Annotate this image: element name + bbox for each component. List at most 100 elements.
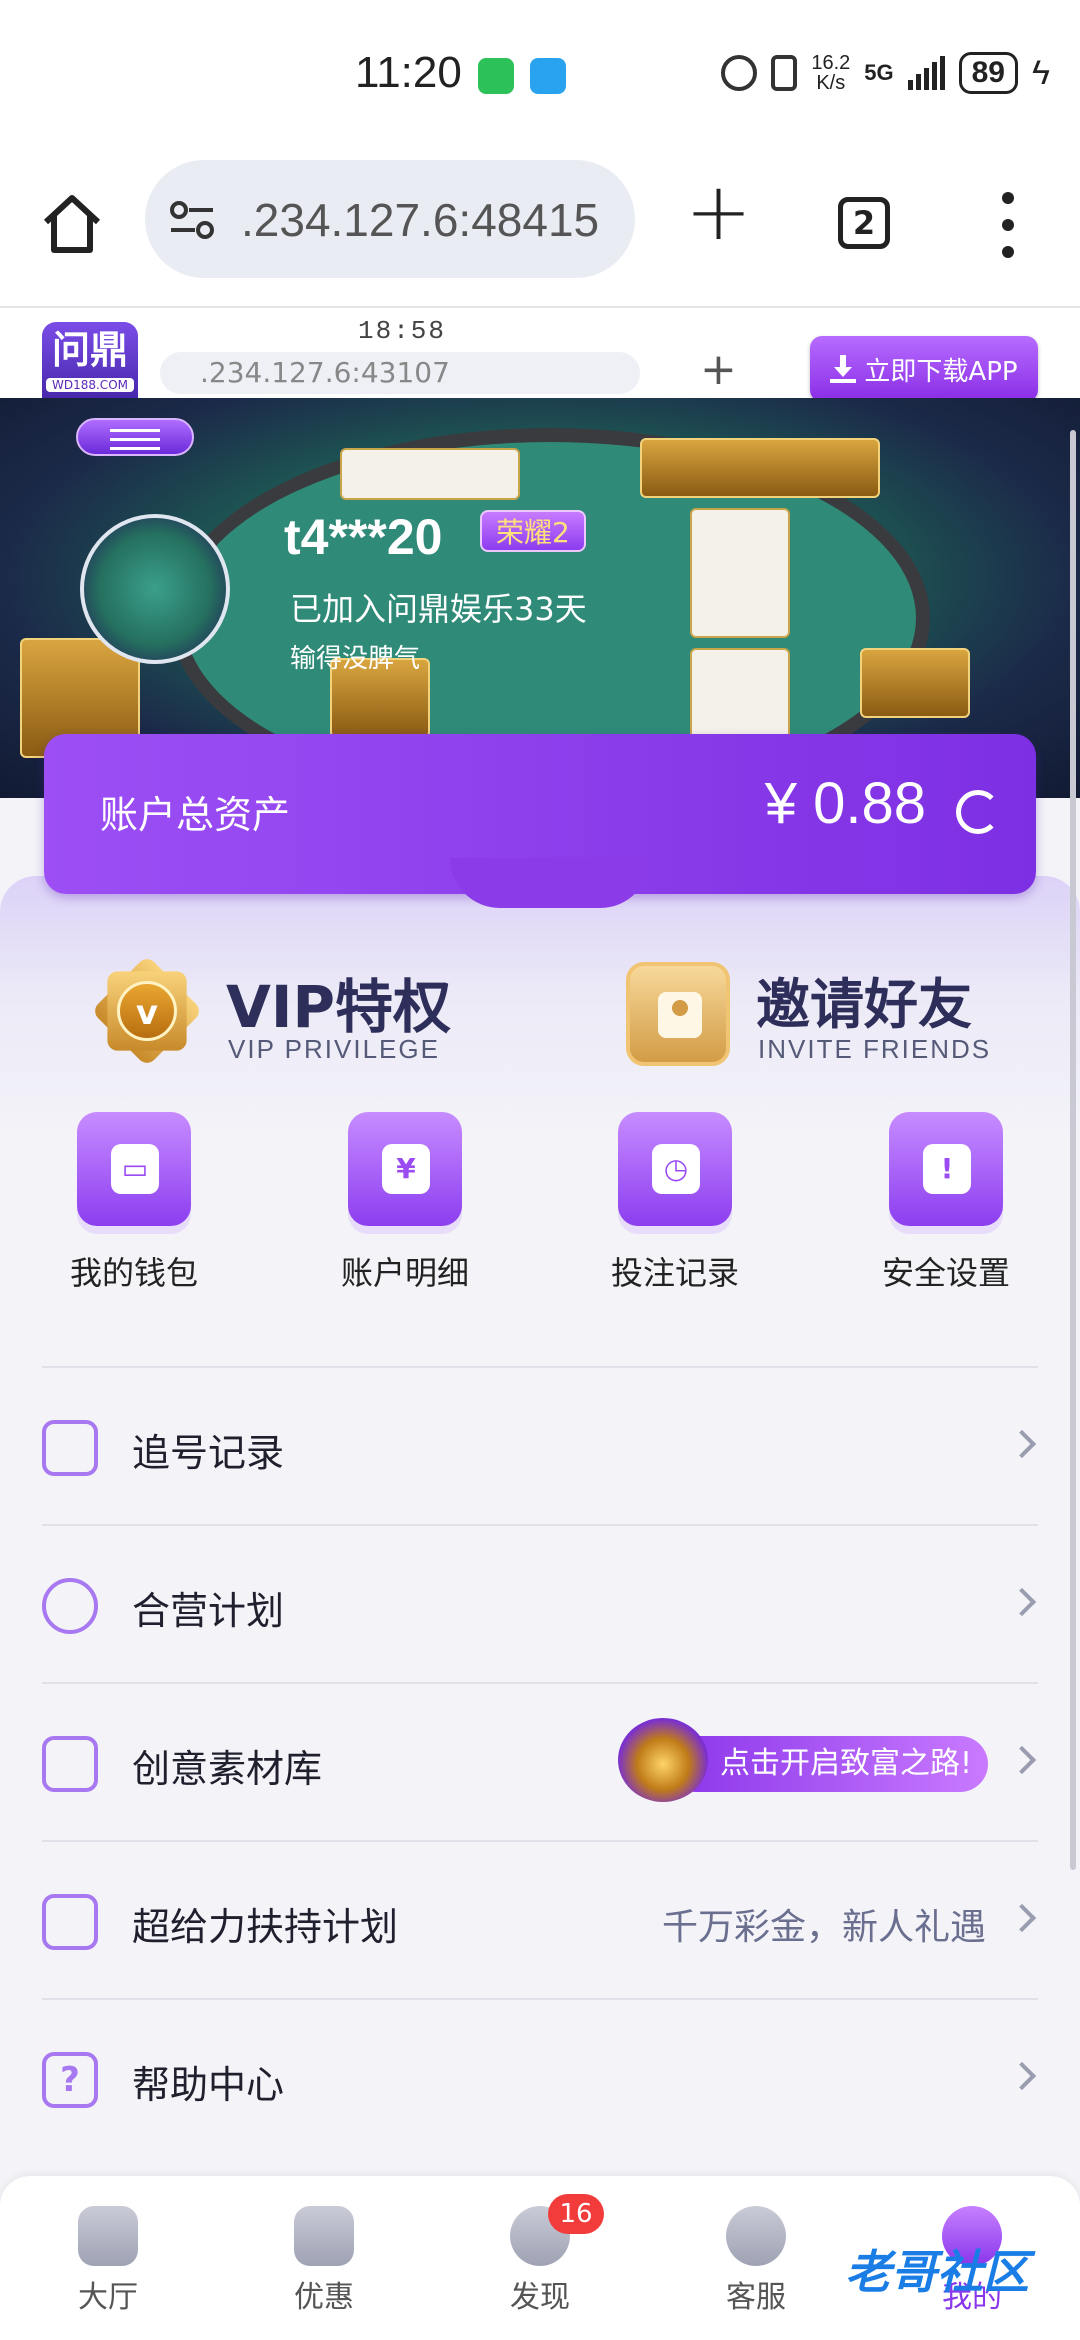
bet-records-label: 投注记录	[610, 1254, 739, 1292]
promo-text: 点击开启致富之路!	[668, 1736, 988, 1792]
charging-icon: ϟ	[1032, 53, 1050, 92]
crown-icon	[618, 1718, 708, 1802]
bet-records-button[interactable]: ◷ 投注记录	[575, 1112, 775, 1294]
vip-privilege-entry[interactable]: v VIP特权 VIP PRIVILEGE	[90, 954, 502, 1074]
headset-icon	[726, 2206, 786, 2266]
screen: 11:20 16.2 K/s 5G 89 ϟ .234.127.6:48415 +…	[0, 0, 1080, 2340]
net-speed: 16.2 K/s	[811, 53, 850, 93]
chevron-right-icon	[1007, 2061, 1037, 2091]
username: t4***20	[284, 509, 443, 565]
list-item-label: 追号记录	[132, 1431, 285, 1475]
chevron-right-icon	[1007, 1429, 1037, 1459]
nav-label: 发现	[510, 2280, 570, 2315]
status-right: 16.2 K/s 5G 89 ϟ	[721, 52, 1050, 94]
logo-text: 问鼎	[51, 328, 128, 372]
wallet-button[interactable]: ▭ 我的钱包	[34, 1112, 234, 1294]
more-menu-icon[interactable]	[1000, 192, 1016, 258]
user-motto: 输得没脾气	[290, 644, 421, 674]
cards-art	[690, 508, 790, 638]
search-record-icon	[42, 1420, 98, 1476]
account-details-label: 账户明细	[340, 1254, 469, 1292]
invite-icon	[626, 962, 730, 1066]
logo-subtext: WD188.COM	[46, 378, 134, 392]
refresh-icon[interactable]	[956, 790, 1000, 834]
inner-time: 18:58	[358, 316, 447, 346]
nav-promotions[interactable]: 优惠	[254, 2206, 394, 2316]
rank-badge: 荣耀2	[480, 510, 586, 552]
help-icon: ?	[42, 2052, 98, 2108]
joined-days: 已加入问鼎娱乐33天	[290, 590, 587, 628]
list-item-joint-venture[interactable]: 合营计划	[42, 1524, 1038, 1682]
list-item-help-center[interactable]: ? 帮助中心	[42, 1998, 1038, 2156]
list-item-label: 合营计划	[132, 1589, 285, 1633]
new-tab-button[interactable]: +	[685, 172, 752, 252]
signal-icon	[907, 56, 945, 90]
message-icon	[530, 58, 566, 94]
chevron-right-icon	[1007, 1587, 1037, 1617]
scrollbar[interactable]	[1070, 430, 1076, 1870]
network-type: 5G	[864, 60, 894, 85]
chevron-right-icon	[1007, 1745, 1037, 1775]
list-item-label: 超给力扶持计划	[132, 1905, 399, 1949]
inner-plus-icon: +	[700, 344, 737, 395]
net-speed-unit: K/s	[816, 72, 846, 94]
video-play-icon	[42, 1736, 98, 1792]
wallet-label: 我的钱包	[69, 1254, 198, 1292]
account-details-icon: ¥	[348, 1112, 462, 1226]
account-details-button[interactable]: ¥ 账户明细	[305, 1112, 505, 1294]
vip-badge-letter: v	[117, 981, 177, 1041]
home-icon[interactable]	[40, 192, 104, 256]
security-settings-button[interactable]: ! 安全设置	[846, 1112, 1046, 1294]
star-icon	[294, 2206, 354, 2266]
bet-records-icon: ◷	[618, 1112, 732, 1226]
player-card-art	[860, 648, 970, 718]
vibrate-icon	[771, 55, 798, 91]
vip-subtitle: VIP PRIVILEGE	[228, 1034, 440, 1064]
inner-url: .234.127.6:43107	[160, 352, 640, 394]
chevron-right-icon	[1007, 1903, 1037, 1933]
download-app-button[interactable]: 立即下载APP	[810, 336, 1038, 402]
list-item-value: 千万彩金，新人礼遇	[661, 1907, 986, 1948]
quick-actions: ▭ 我的钱包 ¥ 账户明细 ◷ 投注记录 ! 安全设置	[0, 1112, 1080, 1302]
download-icon	[830, 355, 857, 383]
site-settings-icon[interactable]	[169, 200, 215, 240]
alarm-icon	[721, 55, 758, 91]
wechat-icon	[478, 58, 514, 94]
card-notch	[450, 858, 650, 908]
heart-handshake-icon	[42, 1578, 98, 1634]
watermark: 老哥社区	[845, 2245, 1029, 2299]
total-assets-label: 账户总资产	[100, 793, 291, 837]
invite-friends-entry[interactable]: 邀请好友 INVITE FRIENDS	[626, 954, 1046, 1074]
list-item-label: 创意素材库	[132, 1747, 323, 1791]
nav-label: 大厅	[78, 2280, 138, 2315]
status-bar: 11:20 16.2 K/s 5G 89 ϟ	[0, 0, 1080, 150]
nav-lobby[interactable]: 大厅	[38, 2206, 178, 2316]
security-settings-label: 安全设置	[881, 1254, 1010, 1292]
promo-banner[interactable]: 点击开启致富之路!	[618, 1718, 988, 1802]
tab-switcher-button[interactable]: 2	[838, 197, 890, 249]
list-item-label: 帮助中心	[132, 2063, 285, 2107]
home-icon	[78, 2206, 138, 2266]
net-speed-value: 16.2	[811, 52, 851, 74]
status-time: 11:20	[355, 48, 462, 97]
menu-button[interactable]	[76, 418, 194, 456]
vip-title: VIP特权	[226, 973, 451, 1041]
battery-level: 89	[958, 52, 1018, 94]
url-text[interactable]: .234.127.6:48415	[241, 193, 599, 247]
menu-list: 追号记录 合营计划 创意素材库 点击开启致富之路! 超给力扶持计划 千万彩金，新…	[42, 1366, 1038, 2156]
nav-customer-service[interactable]: 客服	[686, 2206, 826, 2316]
wallet-icon: ▭	[77, 1112, 191, 1226]
invite-subtitle: INVITE FRIENDS	[758, 1034, 992, 1064]
nav-label: 客服	[726, 2280, 786, 2315]
discover-badge: 16	[548, 2194, 604, 2234]
browser-toolbar: .234.127.6:48415 + 2	[0, 150, 1080, 308]
invite-title: 邀请好友	[756, 973, 972, 1036]
list-item-support-plan[interactable]: 超给力扶持计划 千万彩金，新人礼遇	[42, 1840, 1038, 1998]
gift-icon	[42, 1894, 98, 1950]
url-bar[interactable]: .234.127.6:48415	[145, 160, 635, 278]
list-item-creative-library[interactable]: 创意素材库 点击开启致富之路!	[42, 1682, 1038, 1840]
avatar[interactable]	[80, 514, 230, 664]
shield-icon: !	[889, 1112, 1003, 1226]
player-card-art	[340, 448, 520, 500]
list-item-chase-records[interactable]: 追号记录	[42, 1366, 1038, 1524]
